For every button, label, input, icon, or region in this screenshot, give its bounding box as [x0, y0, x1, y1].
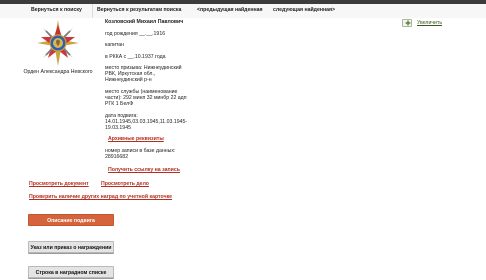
archive-details-link[interactable]: Архивные реквизиты	[108, 136, 164, 142]
in-rkka-since: в РККА с __.10.1937 года	[105, 54, 166, 60]
order-medal-image	[36, 19, 80, 67]
feat-date-line-3: 19.03.1945	[105, 125, 131, 131]
birth-year: год рождения __.__.1916	[105, 31, 166, 37]
medal-caption: Орден Александра Невского	[23, 69, 93, 75]
get-record-link[interactable]: Получить ссылку на запись	[108, 167, 180, 173]
feat-description-button[interactable]: Описание подвига	[28, 214, 114, 226]
zoom-plus-icon[interactable]	[402, 19, 412, 27]
award-list-row-button[interactable]: Строка в наградном списке	[28, 266, 114, 278]
nav-separator	[92, 4, 93, 18]
service-place-line-3: РГК 1 БелФ	[105, 101, 134, 107]
person-name: Козловский Михаил Павлович	[105, 19, 184, 25]
record-number-value: 28916682	[105, 154, 129, 160]
check-other-awards-link[interactable]: Проверить наличие других наград по учетн…	[29, 194, 172, 200]
previous-found-link[interactable]: <предыдущая найденная	[197, 7, 263, 13]
zoom-link[interactable]: Увеличить	[417, 20, 442, 26]
draft-place-line-3: Нижнеудинский р-н	[105, 77, 152, 83]
back-to-search-link[interactable]: Вернуться к поиску	[31, 7, 82, 13]
back-to-results-link[interactable]: Вернуться к результатам поиска	[97, 7, 181, 13]
next-found-link[interactable]: следующая найденная>	[273, 7, 335, 13]
view-case-link[interactable]: Просмотреть дело	[101, 181, 149, 187]
award-order-button[interactable]: Указ или приказ о награждении	[28, 241, 114, 253]
view-document-link[interactable]: Просмотреть документ	[29, 181, 89, 187]
military-rank: капитан	[105, 42, 125, 48]
